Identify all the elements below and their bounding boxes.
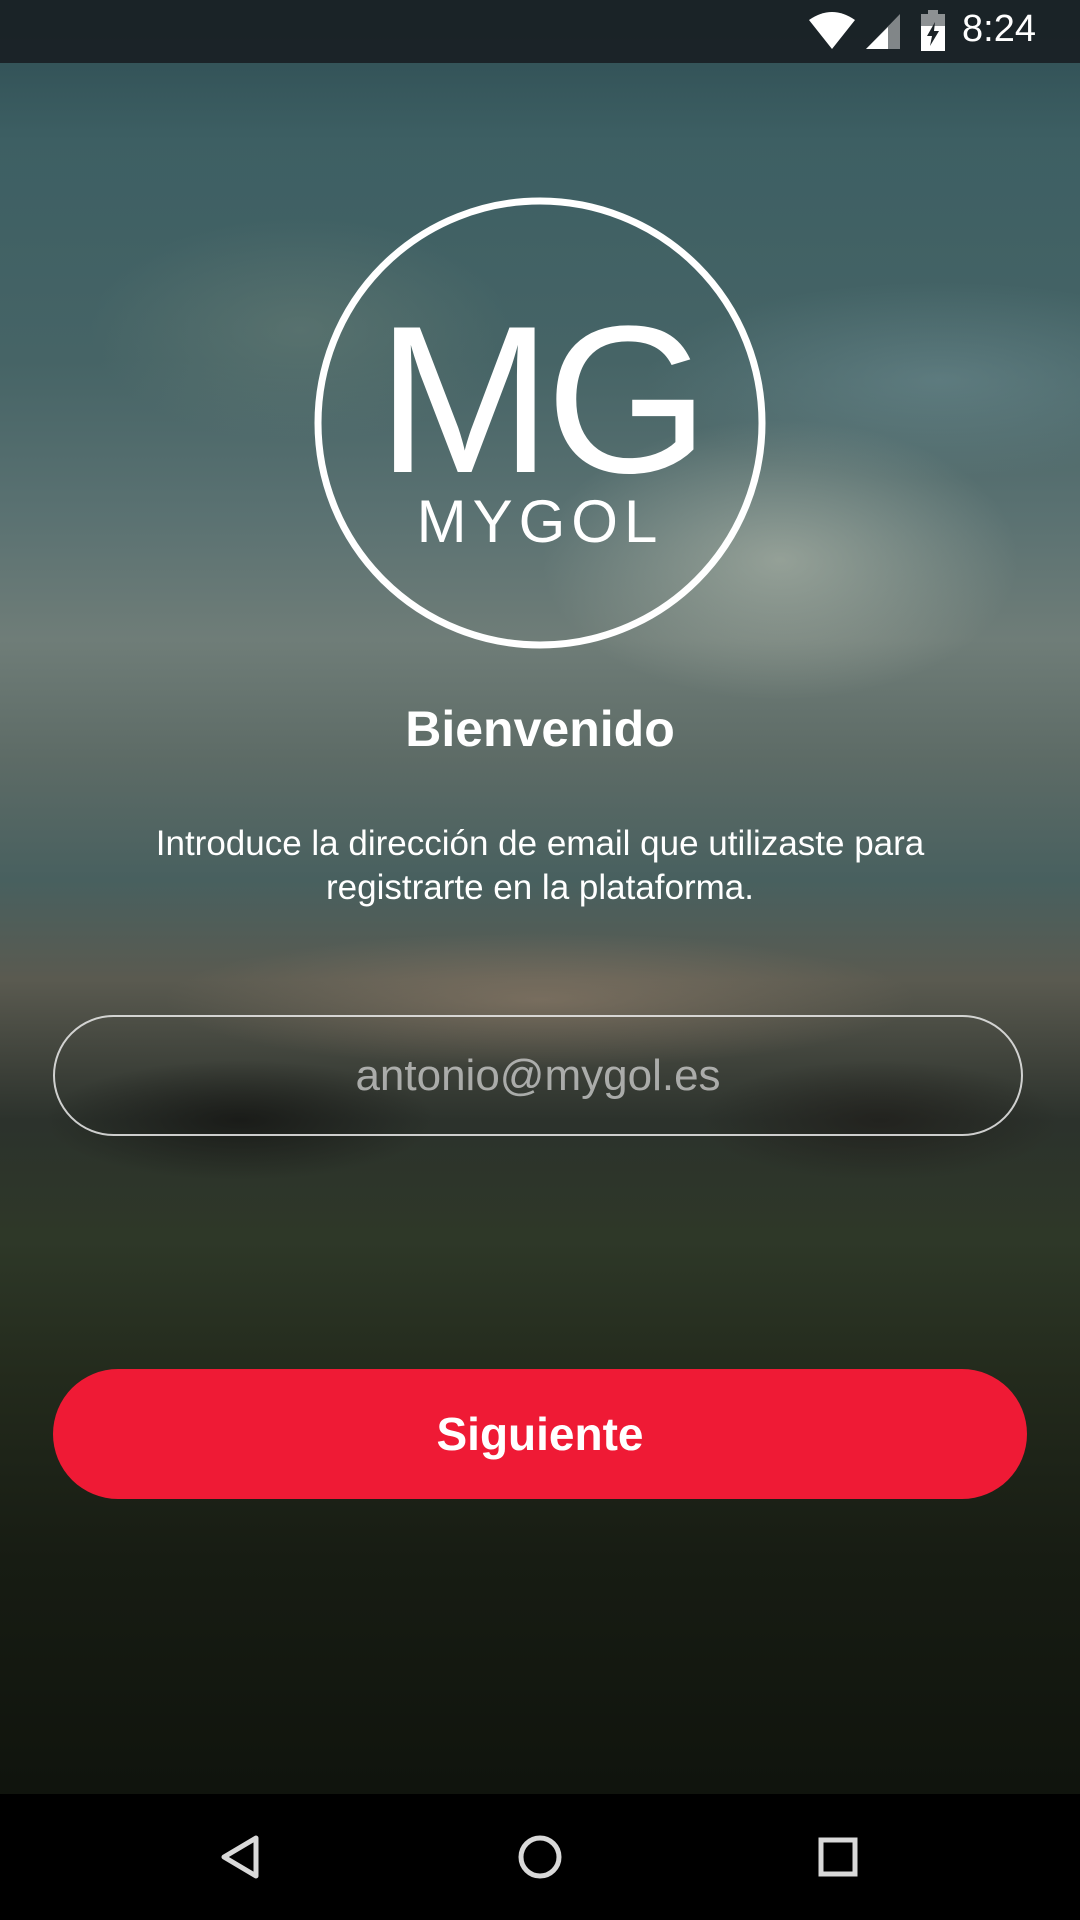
mygol-logo: MG MYGOL	[314, 197, 766, 649]
logo-wordmark: MYGOL	[417, 488, 664, 555]
logo-monogram: MG	[377, 282, 703, 517]
login-screen: 8:24 MG MYGOL Bienvenido Introduce la di…	[0, 0, 1080, 1920]
status-bar: 8:24	[0, 0, 1080, 63]
welcome-title: Bienvenido	[405, 701, 675, 757]
welcome-instructions: Introduce la dirección de email que util…	[155, 824, 925, 907]
cell-signal-icon	[864, 12, 902, 55]
navigation-bar	[0, 1794, 1080, 1920]
back-icon[interactable]	[208, 1824, 274, 1890]
battery-charging-icon	[920, 10, 946, 57]
home-icon[interactable]	[507, 1824, 573, 1890]
clock-time: 8:24	[962, 8, 1036, 50]
wifi-icon	[808, 12, 856, 55]
email-field[interactable]	[53, 1015, 1023, 1136]
email-input[interactable]	[55, 1017, 1021, 1134]
recents-icon[interactable]	[805, 1824, 871, 1890]
next-button[interactable]: Siguiente	[53, 1369, 1027, 1499]
